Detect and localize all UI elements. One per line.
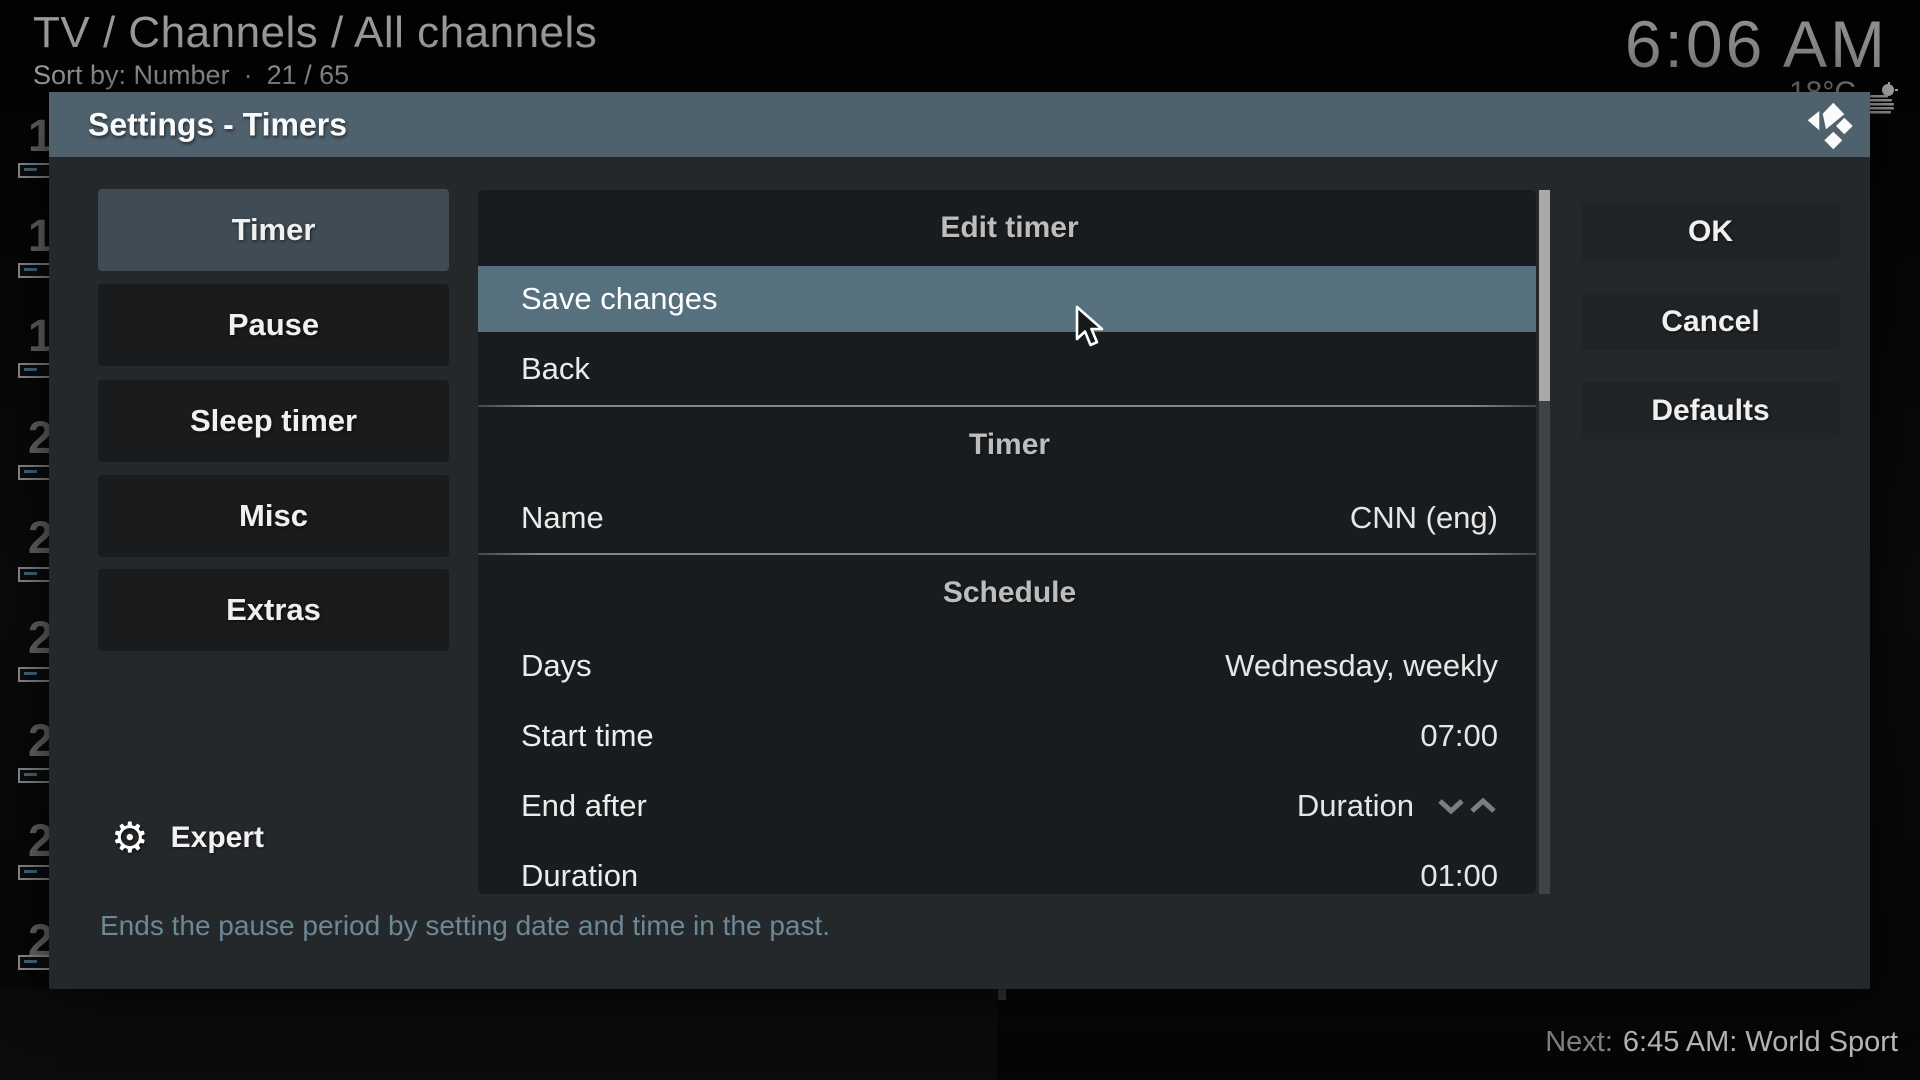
setting-value-text: 01:00 [1420, 858, 1498, 894]
sidebar-item-extras[interactable]: Extras [98, 569, 449, 651]
dot-separator: · [244, 60, 253, 91]
back-label: Back [521, 351, 590, 387]
back-item[interactable]: Back [478, 332, 1536, 405]
setting-value-text: Wednesday, weekly [1225, 648, 1498, 684]
setting-row-duration[interactable]: Duration 01:00 [478, 841, 1536, 894]
settings-level-label: Expert [171, 821, 264, 855]
setting-label: Days [521, 648, 592, 684]
group-header-label: Edit timer [940, 211, 1078, 245]
sort-by-label: Sort by: Number [33, 60, 230, 91]
sidebar-item-misc[interactable]: Misc [98, 475, 449, 557]
settings-timers-dialog: Settings - Timers Timer Pause Sleep time… [49, 92, 1870, 989]
background-epg-area [0, 989, 997, 1080]
spinner-down-icon[interactable] [1436, 797, 1466, 815]
sidebar-item-label: Extras [226, 592, 321, 628]
save-changes-label: Save changes [521, 281, 717, 317]
setting-label: End after [521, 788, 647, 824]
sidebar-item-timer[interactable]: Timer [98, 189, 449, 271]
setting-value: 01:00 [1420, 858, 1498, 894]
sort-line: Sort by: Number · 21 / 65 [33, 60, 349, 91]
panel-scrollbar[interactable] [1539, 190, 1550, 894]
clock: 6:06 AM [1625, 6, 1888, 82]
gear-icon: ⚙ [111, 817, 149, 859]
setting-value-text: 07:00 [1420, 718, 1498, 754]
defaults-label: Defaults [1651, 394, 1769, 428]
next-program-line: Next: 6:45 AM: World Sport [1545, 1026, 1898, 1059]
setting-row-end-after[interactable]: End after Duration [478, 771, 1536, 841]
list-position: 21 / 65 [267, 60, 350, 91]
group-header-label: Timer [969, 428, 1050, 462]
background-epg-divider [998, 989, 1006, 1000]
kodi-logo-icon [1801, 101, 1855, 153]
sidebar-item-label: Misc [239, 498, 308, 534]
setting-value: Duration [1297, 788, 1498, 824]
settings-list-panel: Edit timer Save changes Back Timer Name … [478, 190, 1536, 894]
sidebar-item-label: Timer [232, 212, 316, 248]
setting-value-text: Duration [1297, 788, 1414, 824]
cancel-label: Cancel [1661, 305, 1759, 339]
setting-row-start-time[interactable]: Start time 07:00 [478, 701, 1536, 771]
spinner-up-icon[interactable] [1468, 797, 1498, 815]
setting-value: CNN (eng) [1350, 500, 1498, 536]
next-label: Next: [1545, 1026, 1613, 1059]
next-program: 6:45 AM: World Sport [1623, 1026, 1898, 1059]
dialog-title: Settings - Timers [88, 106, 347, 143]
setting-label: Start time [521, 718, 654, 754]
setting-value-text: CNN (eng) [1350, 500, 1498, 536]
mouse-cursor [1072, 304, 1114, 350]
scrollbar-thumb[interactable] [1539, 190, 1550, 401]
dialog-titlebar: Settings - Timers [49, 92, 1870, 157]
breadcrumb: TV / Channels / All channels [33, 8, 597, 58]
group-header-timer: Timer [478, 407, 1536, 483]
screen: TV / Channels / All channels Sort by: Nu… [0, 0, 1920, 1080]
settings-level-toggle[interactable]: ⚙ Expert [111, 817, 264, 859]
setting-label: Name [521, 500, 604, 536]
setting-row-days[interactable]: Days Wednesday, weekly [478, 631, 1536, 701]
defaults-button[interactable]: Defaults [1581, 382, 1840, 439]
sidebar-item-sleep-timer[interactable]: Sleep timer [98, 380, 449, 462]
setting-label: Duration [521, 858, 638, 894]
sidebar-item-label: Sleep timer [190, 403, 357, 439]
cancel-button[interactable]: Cancel [1581, 293, 1840, 350]
sidebar-item-label: Pause [228, 307, 319, 343]
setting-row-name[interactable]: Name CNN (eng) [478, 483, 1536, 553]
setting-value: 07:00 [1420, 718, 1498, 754]
setting-value: Wednesday, weekly [1225, 648, 1498, 684]
ok-button[interactable]: OK [1581, 203, 1840, 260]
group-header-label: Schedule [943, 576, 1076, 610]
sidebar-item-pause[interactable]: Pause [98, 284, 449, 366]
help-text: Ends the pause period by setting date an… [100, 910, 830, 942]
value-spinner [1436, 797, 1498, 815]
ok-label: OK [1688, 215, 1733, 249]
group-header-schedule: Schedule [478, 555, 1536, 631]
save-changes-item[interactable]: Save changes [478, 266, 1536, 332]
group-header-edit-timer: Edit timer [478, 190, 1536, 266]
